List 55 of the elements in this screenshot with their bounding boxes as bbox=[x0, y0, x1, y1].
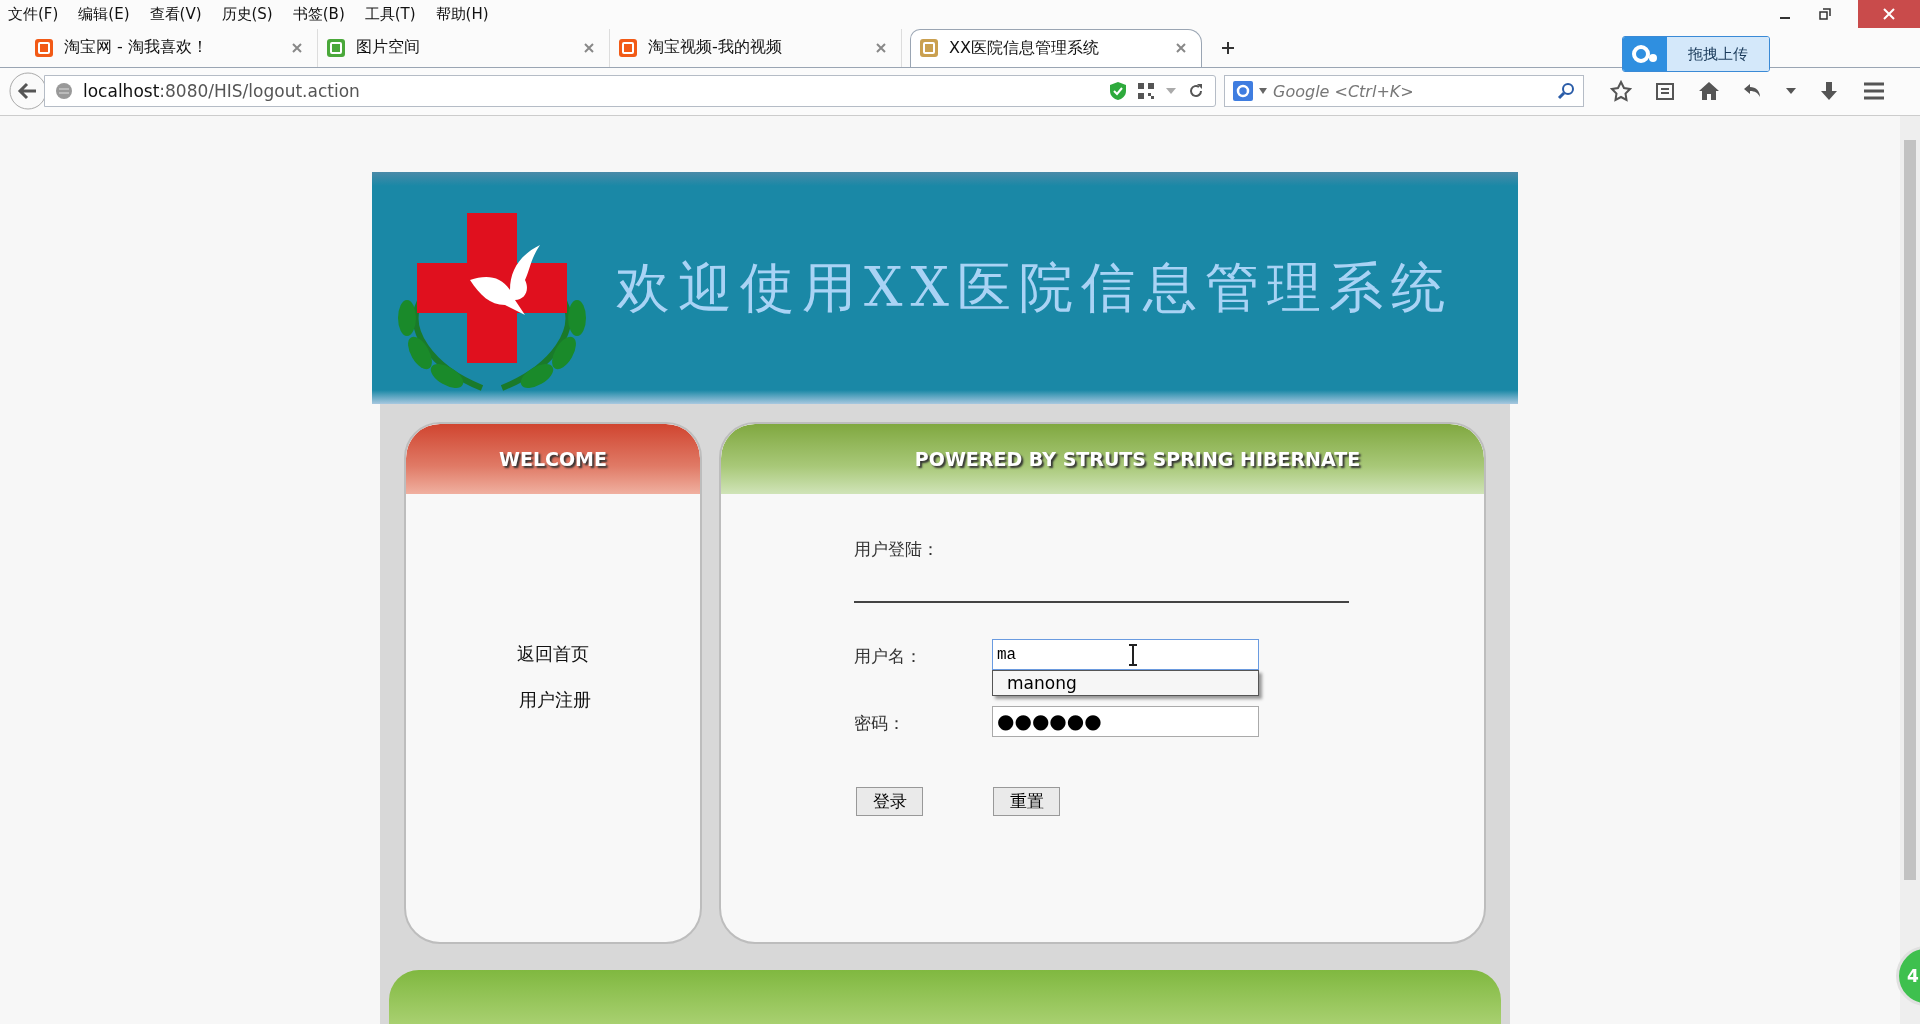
form-title: 用户登陆： bbox=[854, 538, 940, 561]
tab-title: 淘宝视频-我的视频 bbox=[648, 37, 783, 59]
tab-icon bbox=[326, 37, 346, 58]
upload-button[interactable]: 拖拽上传 bbox=[1622, 36, 1770, 72]
shield-icon[interactable] bbox=[1109, 81, 1127, 102]
menu-item[interactable]: 历史(S) bbox=[221, 4, 273, 24]
tab-title: 图片空间 bbox=[356, 37, 421, 59]
browser-tab[interactable]: 淘宝网 - 淘我喜欢！ bbox=[26, 28, 318, 67]
tab-icon bbox=[34, 37, 54, 58]
caret-icon[interactable] bbox=[1259, 88, 1267, 95]
restore-icon[interactable] bbox=[1818, 7, 1832, 21]
url-field[interactable]: localhost:8080/HIS/logout.action bbox=[44, 75, 1216, 108]
search-icon[interactable] bbox=[1557, 82, 1575, 101]
star-icon[interactable] bbox=[1610, 80, 1632, 103]
close-icon[interactable] bbox=[583, 41, 595, 54]
globe-icon bbox=[55, 82, 73, 101]
close-button[interactable] bbox=[1858, 0, 1920, 28]
browser-tab[interactable]: 淘宝视频-我的视频 bbox=[610, 28, 902, 67]
password-field[interactable]: ●●●●●● bbox=[992, 706, 1259, 737]
panel-header: POWERED BY STRUTS SPRING HIBERNATE bbox=[721, 424, 1484, 494]
text-cursor-icon bbox=[1128, 644, 1138, 666]
new-tab-icon[interactable] bbox=[1220, 39, 1236, 56]
autocomplete-item[interactable]: manong bbox=[993, 671, 1258, 695]
menu-item[interactable]: 帮助(H) bbox=[435, 4, 489, 24]
field-label: 密码： bbox=[854, 712, 906, 735]
caret-icon[interactable] bbox=[1786, 87, 1796, 96]
close-icon bbox=[1882, 7, 1896, 21]
home-icon[interactable] bbox=[1698, 80, 1720, 103]
browser-tab[interactable]: XX医院信息管理系统 bbox=[910, 28, 1202, 67]
tab-icon bbox=[919, 38, 939, 59]
tab-title: XX医院信息管理系统 bbox=[949, 37, 1100, 59]
field-label: 用户名： bbox=[854, 645, 923, 668]
menu-icon[interactable] bbox=[1862, 80, 1886, 103]
reading-list-icon[interactable] bbox=[1654, 80, 1676, 103]
qr-code-icon[interactable] bbox=[1137, 82, 1155, 101]
scrollbar[interactable] bbox=[1900, 116, 1920, 1024]
menu-item[interactable]: 文件(F) bbox=[8, 4, 59, 24]
menu-item[interactable]: 查看(V) bbox=[149, 4, 202, 24]
close-icon[interactable] bbox=[875, 41, 887, 54]
tab-icon bbox=[618, 37, 638, 58]
browser-tab[interactable]: 图片空间 bbox=[318, 28, 610, 67]
nav-link[interactable]: 返回首页 bbox=[517, 642, 589, 666]
username-field[interactable]: ma bbox=[992, 639, 1259, 670]
tab-title: 淘宝网 - 淘我喜欢！ bbox=[64, 37, 209, 59]
search-field[interactable]: Google <Ctrl+K> bbox=[1224, 75, 1584, 108]
close-icon[interactable] bbox=[1175, 42, 1187, 55]
menu-item[interactable]: 书签(B) bbox=[292, 4, 345, 24]
banner-title: 欢迎使用XX医院信息管理系统 bbox=[616, 254, 1453, 321]
form-button[interactable]: 登录 bbox=[856, 787, 923, 816]
close-icon[interactable] bbox=[291, 41, 303, 54]
form-button[interactable]: 重置 bbox=[993, 787, 1060, 816]
menu-item[interactable]: 编辑(E) bbox=[78, 4, 130, 24]
panel-header: WELCOME bbox=[406, 424, 700, 494]
menu-item[interactable]: 工具(T) bbox=[364, 4, 416, 24]
nav-link[interactable]: 用户注册 bbox=[519, 688, 591, 712]
